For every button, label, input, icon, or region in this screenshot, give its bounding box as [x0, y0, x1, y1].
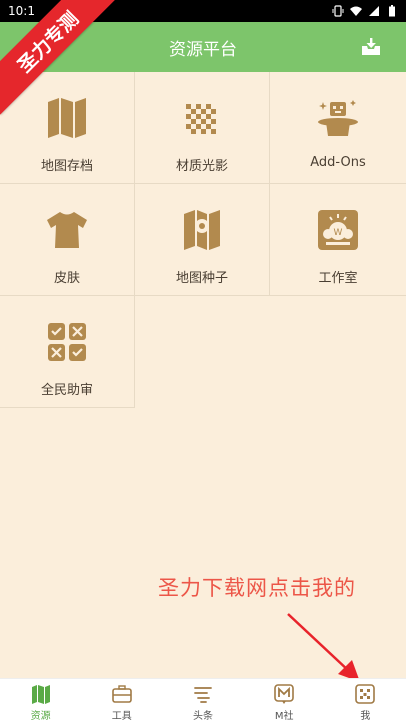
nav-item-tools[interactable]: 工具: [81, 679, 162, 723]
grid-item-label: 全民助审: [40, 383, 93, 398]
nav-item-label: 资源: [30, 711, 51, 722]
grid-item-textures[interactable]: 材质光影: [135, 72, 270, 184]
m-community-icon: [273, 683, 295, 705]
review-checklist-icon: [45, 320, 89, 364]
grid-item-label: 材质光影: [175, 159, 228, 174]
signal-icon: [368, 5, 380, 17]
grid-item-skins[interactable]: 皮肤: [0, 184, 135, 296]
map-icon: [30, 683, 52, 705]
nav-item-m-community[interactable]: M社: [244, 679, 325, 723]
profile-icon: [354, 683, 376, 705]
page-title: 资源平台: [169, 39, 237, 60]
grid-item-label: 地图存档: [40, 159, 93, 174]
inbox-download-icon[interactable]: [360, 36, 382, 58]
tshirt-icon: [45, 208, 89, 252]
map-pin-icon: [180, 208, 224, 252]
svg-text:W: W: [334, 228, 343, 238]
grid-item-studio[interactable]: W 工作室: [270, 184, 406, 296]
studio-icon: W: [316, 208, 360, 252]
nav-item-label: M社: [274, 711, 294, 722]
checkerboard-icon: [180, 96, 224, 140]
grid-item-review[interactable]: 全民助审: [0, 296, 135, 408]
toolbox-icon: [111, 683, 133, 705]
nav-item-label: 工具: [111, 711, 132, 722]
nav-item-label: 头条: [193, 711, 213, 722]
grid-item-map-seeds[interactable]: 地图种子: [135, 184, 270, 296]
nav-item-label: 我: [360, 711, 371, 722]
grid-item-label: 地图种子: [175, 271, 228, 286]
bottom-nav: 资源 工具 头条 M社 我: [0, 678, 406, 723]
battery-icon: [386, 5, 398, 17]
annotation-text: 圣力下载网点击我的: [158, 576, 356, 600]
wifi-icon: [350, 5, 362, 17]
grid-item-label: 皮肤: [53, 271, 80, 286]
grid-item-label: 工作室: [318, 271, 358, 286]
magic-hat-icon: [316, 96, 360, 140]
nav-item-headlines[interactable]: 头条: [162, 679, 243, 723]
status-time: 10:1: [8, 4, 35, 18]
vibrate-icon: [332, 5, 344, 17]
app-screen: 10:1 资源平台 地图存档 材质光影 Add-Ons 皮肤 地图种子 W 工作…: [0, 0, 406, 723]
grid-item-addons[interactable]: Add-Ons: [270, 72, 406, 184]
nav-item-resources[interactable]: 资源: [0, 679, 81, 723]
map-icon: [45, 96, 89, 140]
status-icons: [332, 5, 398, 17]
grid-item-label: Add-Ons: [310, 155, 366, 170]
headline-icon: [192, 683, 214, 705]
nav-item-me[interactable]: 我: [325, 679, 406, 723]
